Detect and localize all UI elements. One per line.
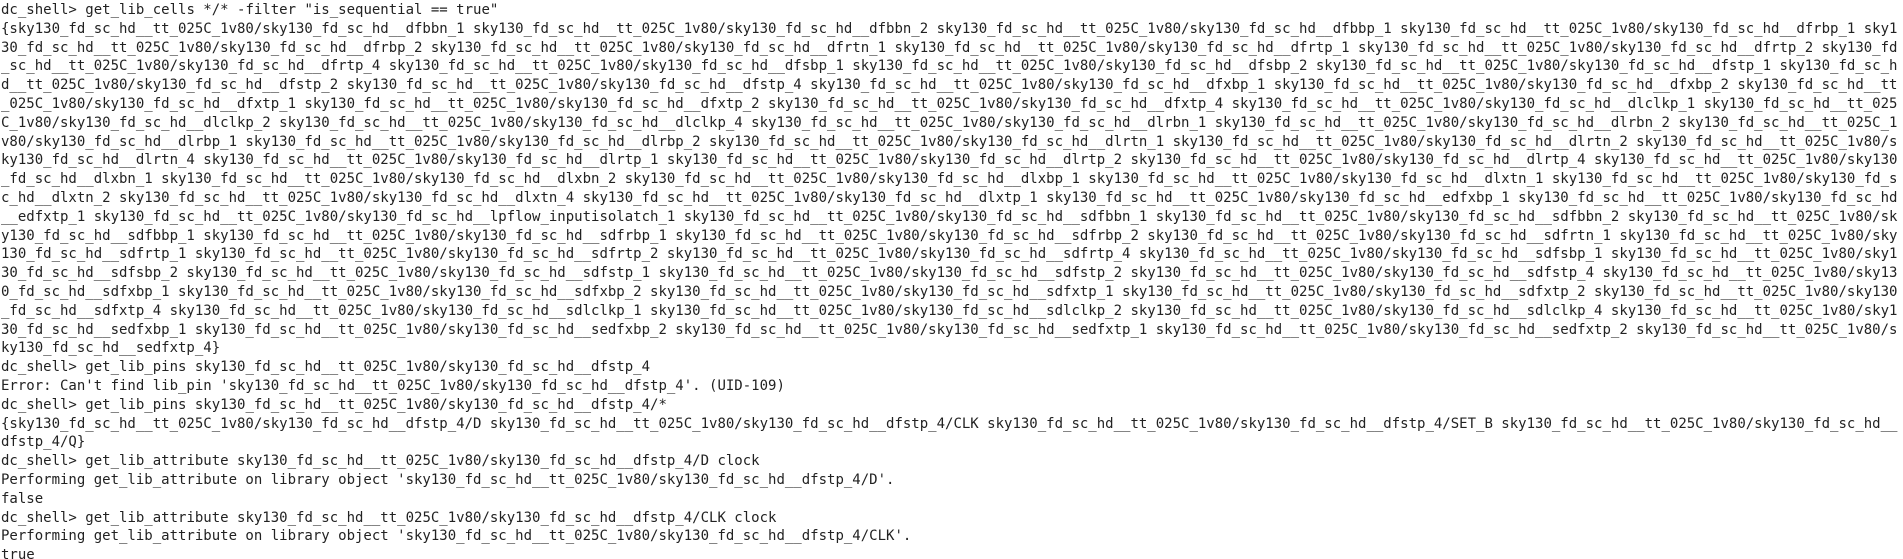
shell-prompt: dc_shell> — [1, 453, 86, 470]
shell-prompt: dc_shell> — [1, 396, 86, 413]
command-line: dc_shell> get_lib_attribute sky130_fd_sc… — [1, 452, 1903, 471]
command-text: get_lib_cells */* -filter "is_sequential… — [85, 2, 499, 18]
command-text: get_lib_attribute sky130_fd_sc_hd__tt_02… — [85, 509, 777, 526]
output-line: {sky130_fd_sc_hd__tt_025C_1v80/sky130_fd… — [1, 20, 1898, 357]
terminal-output[interactable]: dc_shell> get_lib_cells */* -filter "is_… — [0, 0, 1903, 559]
output-line: false — [1, 490, 44, 507]
error-line: Error: Can't find lib_pin 'sky130_fd_sc_… — [1, 377, 785, 394]
command-text: get_lib_pins sky130_fd_sc_hd__tt_025C_1v… — [85, 359, 651, 376]
command-line: dc_shell> get_lib_cells */* -filter "is_… — [1, 1, 1903, 20]
command-text: get_lib_pins sky130_fd_sc_hd__tt_025C_1v… — [85, 396, 667, 413]
shell-prompt: dc_shell> — [1, 509, 86, 526]
shell-prompt: dc_shell> — [1, 359, 86, 376]
command-text: get_lib_attribute sky130_fd_sc_hd__tt_02… — [85, 453, 760, 470]
output-line: {sky130_fd_sc_hd__tt_025C_1v80/sky130_fd… — [1, 415, 1898, 451]
output-line: Performing get_lib_attribute on library … — [1, 528, 912, 545]
command-line: dc_shell> get_lib_pins sky130_fd_sc_hd__… — [1, 396, 1903, 415]
command-line: dc_shell> get_lib_attribute sky130_fd_sc… — [1, 509, 1903, 528]
shell-prompt: dc_shell> — [1, 2, 86, 18]
command-line: dc_shell> get_lib_pins sky130_fd_sc_hd__… — [1, 358, 1903, 377]
output-line: true — [1, 547, 35, 559]
output-line: Performing get_lib_attribute on library … — [1, 471, 895, 488]
